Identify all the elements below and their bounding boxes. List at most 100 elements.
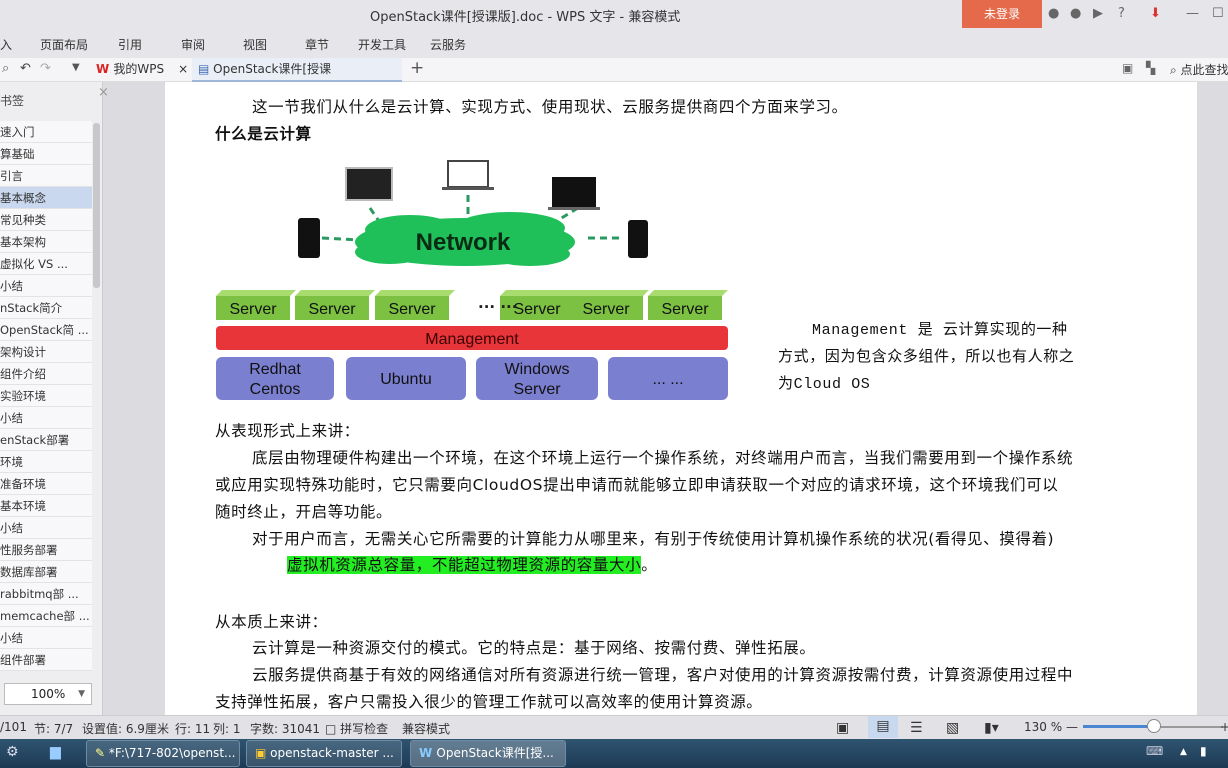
outline-view-icon[interactable]: ☰ bbox=[910, 720, 923, 736]
bookmark-item[interactable]: memcache部 ... bbox=[0, 605, 92, 627]
menu-view[interactable]: 视图 bbox=[243, 36, 267, 53]
paragraph: 支持弹性拓展，客户只需投入很少的管理工作就可以高效率的使用计算资源。 bbox=[215, 693, 763, 711]
taskbar-item-wps[interactable]: W OpenStack课件[授... bbox=[410, 740, 566, 767]
feedback-icon[interactable]: ▚ bbox=[1146, 61, 1155, 75]
menu-developer[interactable]: 开发工具 bbox=[358, 36, 406, 53]
minimize-icon[interactable]: — bbox=[1186, 6, 1199, 21]
bookmark-item[interactable]: 性服务部署 bbox=[0, 539, 92, 561]
notepad-icon: ✎ bbox=[95, 746, 109, 760]
os-label: Windows bbox=[505, 361, 570, 378]
os-label: Centos bbox=[250, 381, 301, 398]
paragraph: 云计算是一种资源交付的模式。它的特点是：基于网络、按需付费、弹性拓展。 bbox=[252, 639, 816, 657]
bookmark-item[interactable]: 实验环境 bbox=[0, 385, 92, 407]
app-icon[interactable]: ⚙ bbox=[6, 744, 19, 760]
page-view-icon[interactable]: ▤ bbox=[868, 716, 898, 738]
bookmark-item[interactable]: 小结 bbox=[0, 407, 92, 429]
tray-expand-icon[interactable]: ▲ bbox=[1180, 747, 1187, 757]
fullscreen-icon[interactable]: ▣ bbox=[836, 720, 849, 736]
present-icon[interactable]: ▣ bbox=[1122, 61, 1133, 75]
menu-section[interactable]: 章节 bbox=[305, 36, 329, 53]
bookmark-item[interactable]: 基本环境 bbox=[0, 495, 92, 517]
file-explorer-icon[interactable]: ▆ bbox=[50, 744, 61, 760]
bookmark-item[interactable]: 环境 bbox=[0, 451, 92, 473]
paragraph: 云服务提供商基于有效的网络通信对所有资源进行统一管理，客户对使用的计算资源按需付… bbox=[252, 666, 1074, 684]
eye-protect-icon[interactable]: ▮▾ bbox=[984, 720, 999, 736]
paragraph: 随时终止，开启等功能。 bbox=[215, 503, 393, 521]
zoom-slider-fill bbox=[1083, 725, 1153, 728]
help-icon[interactable]: ? bbox=[1118, 6, 1125, 21]
bookmark-item[interactable]: 基本架构 bbox=[0, 231, 92, 253]
bookmark-item[interactable]: 组件部署 bbox=[0, 649, 92, 671]
new-tab-button[interactable]: + bbox=[410, 58, 424, 78]
bookmark-item[interactable]: 准备环境 bbox=[0, 473, 92, 495]
server-label: Server bbox=[582, 301, 630, 318]
spell-check-toggle[interactable]: □ 拼写检查 bbox=[325, 720, 388, 737]
power-icon[interactable]: ▮ bbox=[1200, 744, 1207, 758]
taskbar-item-openstack-master[interactable]: ▣ openstack-master ... bbox=[246, 740, 402, 767]
maximize-icon[interactable]: ☐ bbox=[1212, 6, 1224, 21]
undo-icon[interactable]: ↶ bbox=[20, 61, 31, 76]
web-view-icon[interactable]: ▧ bbox=[946, 720, 959, 736]
laptop-icon bbox=[447, 160, 489, 188]
vm-icon: ▣ bbox=[255, 746, 271, 760]
settings-icon[interactable]: ● bbox=[1070, 6, 1081, 21]
bookmark-item[interactable]: 小结 bbox=[0, 627, 92, 649]
menu-insert[interactable]: 入 bbox=[0, 36, 12, 53]
sidebar-scrollbar[interactable] bbox=[93, 123, 100, 288]
menu-references[interactable]: 引用 bbox=[118, 36, 142, 53]
os-label: Server bbox=[513, 381, 561, 398]
bookmark-item[interactable]: 速入门 bbox=[0, 121, 92, 143]
skin-icon[interactable]: ● bbox=[1048, 6, 1059, 21]
menu-review[interactable]: 审阅 bbox=[181, 36, 205, 53]
status-col: 列: 1 bbox=[213, 722, 241, 736]
bookmark-item[interactable]: rabbitmq部 ... bbox=[0, 583, 92, 605]
side-note: Management 是 云计算实现的一种 bbox=[812, 322, 1068, 339]
zoom-out-button[interactable]: — bbox=[1066, 720, 1078, 734]
bookmark-item[interactable]: 虚拟化 VS ... bbox=[0, 253, 92, 275]
laptop-icon bbox=[552, 177, 596, 207]
keyboard-icon[interactable]: ⌨ bbox=[1146, 744, 1163, 758]
bookmark-item[interactable]: 基本概念 bbox=[0, 187, 92, 209]
paragraph: 底层由物理硬件构建出一个环境，在这个环境上运行一个操作系统，对终端用户而言，当我… bbox=[252, 449, 1074, 467]
redo-icon[interactable]: ↷ bbox=[40, 61, 51, 76]
zoom-in-button[interactable]: + bbox=[1220, 720, 1228, 734]
login-button[interactable]: 未登录 bbox=[962, 0, 1042, 28]
server-block-top bbox=[500, 290, 580, 296]
download-icon[interactable]: ⬇ bbox=[1150, 6, 1161, 21]
close-icon[interactable]: × bbox=[98, 85, 109, 100]
bookmark-item[interactable]: nStack简介 bbox=[0, 297, 92, 319]
search-icon: ⌕ bbox=[1170, 63, 1181, 77]
tab-document[interactable]: ▤ OpenStack课件[授课版].doc× bbox=[192, 58, 402, 98]
preview-icon[interactable]: ⌕ bbox=[2, 61, 9, 76]
side-note: 方式，因为包含众多组件，所以也有人称之 bbox=[778, 349, 1075, 366]
server-label: Server bbox=[388, 301, 436, 318]
bookmark-item[interactable]: 组件介绍 bbox=[0, 363, 92, 385]
dropdown-icon[interactable]: ▼ bbox=[72, 62, 80, 73]
paragraph: 虚拟机资源总容量，不能超过物理资源的容量大小。 bbox=[287, 556, 658, 574]
zoom-slider-handle[interactable] bbox=[1147, 719, 1161, 733]
bookmark-item[interactable]: 小结 bbox=[0, 517, 92, 539]
bookmark-item[interactable]: 常见种类 bbox=[0, 209, 92, 231]
network-label: Network bbox=[416, 229, 511, 256]
menu-layout[interactable]: 页面布局 bbox=[40, 36, 88, 53]
menu-cloud[interactable]: 云服务 bbox=[430, 36, 466, 53]
server-block-top bbox=[295, 290, 375, 296]
bookmark-item[interactable]: 小结 bbox=[0, 275, 92, 297]
bookmark-item[interactable]: 引言 bbox=[0, 165, 92, 187]
bookmark-item[interactable]: OpenStack简 ... bbox=[0, 319, 92, 341]
search-box[interactable]: ⌕ 点此查找 bbox=[1170, 61, 1228, 78]
bookmark-item[interactable]: 架构设计 bbox=[0, 341, 92, 363]
close-icon[interactable]: × bbox=[178, 62, 188, 76]
sidebar-zoom-select[interactable]: 100% ▼ bbox=[4, 683, 92, 705]
bookmark-item[interactable]: 算基础 bbox=[0, 143, 92, 165]
bookmark-item[interactable]: enStack部署 bbox=[0, 429, 92, 451]
server-block-top bbox=[569, 290, 649, 296]
vertical-scrollbar[interactable] bbox=[1197, 82, 1228, 715]
taskbar-item-editor[interactable]: ✎ *F:\717-802\openst... bbox=[86, 740, 240, 767]
doc-icon: ▤ bbox=[198, 62, 214, 76]
bookmark-item[interactable]: 数据库部署 bbox=[0, 561, 92, 583]
tab-my-wps[interactable]: W 我的WPS × bbox=[90, 58, 194, 82]
os-label: Redhat bbox=[249, 361, 301, 378]
share-icon[interactable]: ▶ bbox=[1093, 6, 1103, 21]
connector-line bbox=[321, 236, 361, 242]
